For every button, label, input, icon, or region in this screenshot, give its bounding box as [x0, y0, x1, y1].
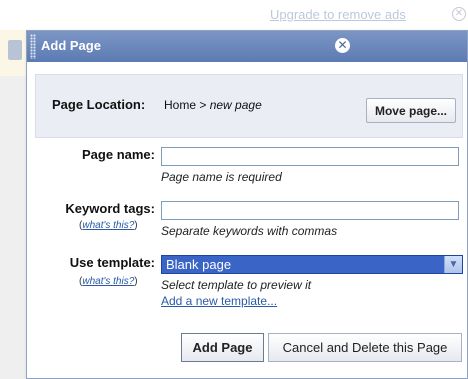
close-ads-icon[interactable]: ✕: [452, 7, 466, 21]
keyword-help-close: ): [134, 220, 138, 231]
page-name-hint: Page name is required: [161, 170, 282, 184]
cancel-delete-button[interactable]: Cancel and Delete this Page: [268, 333, 462, 362]
grip-icon[interactable]: [30, 34, 36, 59]
page-location-current: new page: [209, 98, 262, 112]
template-select[interactable]: Blank page ▼: [161, 255, 463, 274]
template-help: (what's this?): [79, 276, 138, 287]
template-selected-value: Blank page: [166, 257, 232, 272]
close-icon[interactable]: ✕: [335, 38, 350, 53]
template-whats-this-link[interactable]: what's this?: [82, 276, 134, 287]
dialog-title: Add Page: [41, 38, 101, 53]
template-help-close: ): [134, 276, 138, 287]
use-template-label: Use template:: [69, 255, 155, 270]
keyword-whats-this-link[interactable]: what's this?: [82, 220, 134, 231]
add-template-link[interactable]: Add a new template...: [161, 294, 277, 308]
background-tab-stub: [8, 40, 22, 60]
background-header: Upgrade to remove ads ✕: [0, 0, 468, 30]
template-hint: Select template to preview it: [161, 278, 312, 292]
page-location-label: Page Location:: [52, 97, 146, 112]
upgrade-link[interactable]: Upgrade to remove ads: [270, 7, 406, 22]
add-page-button[interactable]: Add Page: [181, 333, 264, 362]
keyword-tags-label: Keyword tags:: [65, 201, 155, 216]
page-name-input[interactable]: [161, 147, 459, 166]
page-location-section: Page Location: Home > new page Move page…: [35, 74, 463, 138]
keyword-tags-input[interactable]: [161, 201, 459, 220]
dialog-titlebar[interactable]: Add Page ✕: [27, 31, 467, 62]
page-name-label: Page name:: [82, 147, 155, 162]
chevron-down-icon[interactable]: ▼: [444, 256, 462, 273]
page-location-parent: Home >: [164, 98, 207, 112]
move-page-button[interactable]: Move page...: [366, 98, 456, 123]
keyword-help: (what's this?): [79, 220, 138, 231]
keyword-tags-hint: Separate keywords with commas: [161, 224, 338, 238]
page-location-path: Home > new page: [164, 98, 262, 112]
add-page-dialog: Add Page ✕ Page Location: Home > new pag…: [26, 30, 468, 379]
